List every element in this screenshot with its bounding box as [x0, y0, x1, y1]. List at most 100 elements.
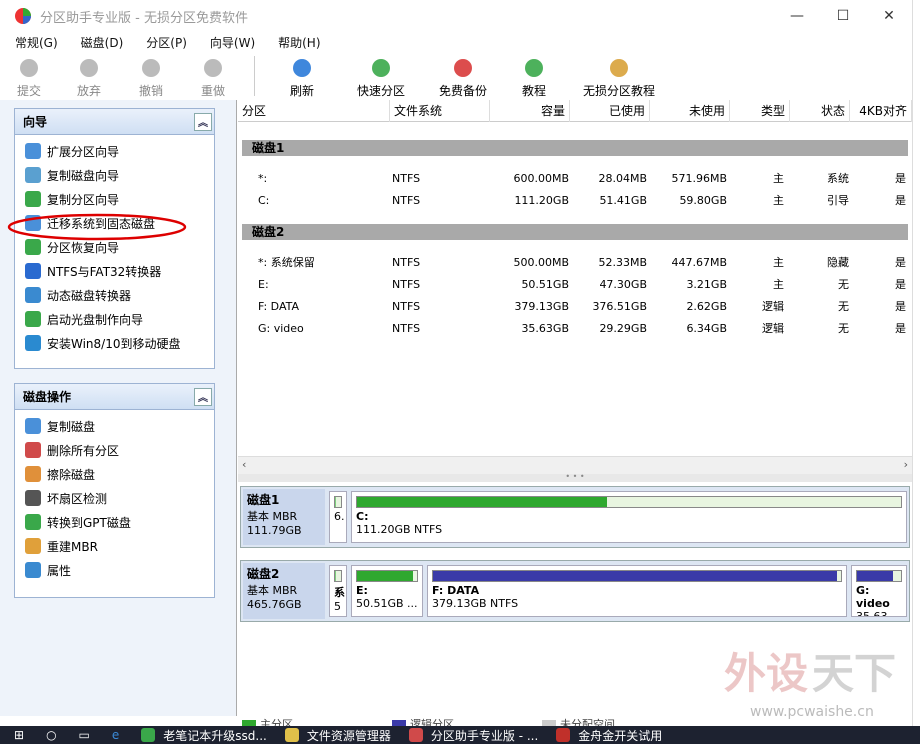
discard-icon [80, 59, 98, 77]
disk-op-item-5[interactable]: 重建MBR [15, 534, 214, 558]
partition-block[interactable]: 6. [329, 491, 347, 543]
disk-op-item-4[interactable]: 转换到GPT磁盘 [15, 510, 214, 534]
column-header-3[interactable]: 已使用 [570, 100, 650, 122]
task-view-icon[interactable]: ▭ [79, 728, 90, 742]
disk-op-item-1[interactable]: 删除所有分区 [15, 438, 214, 462]
toolbar: 提交 放弃 撤销 重做 刷新 快速分区 免费备份 教程 无损分区教程 [0, 52, 912, 100]
taskbar-app-label: 分区助手专业版 - ... [430, 728, 539, 743]
column-header-5[interactable]: 类型 [730, 100, 790, 122]
table-cell: F: DATA [258, 300, 300, 313]
disk-header[interactable]: 磁盘2 [242, 224, 908, 240]
menu-item-0[interactable]: 常规(G) [0, 34, 66, 51]
toolbar-button-5[interactable]: 快速分区 [339, 52, 423, 100]
menu-item-4[interactable]: 帮助(H) [263, 34, 328, 51]
table-row[interactable]: F: DATA NTFS 379.13GB 376.51GB 2.62GB 逻辑无是 [238, 296, 912, 318]
table-cell: NTFS [392, 278, 421, 291]
column-header-6[interactable]: 状态 [790, 100, 850, 122]
table-row[interactable]: *: 系统保留 NTFS 500.00MB 52.33MB 447.67MB 主隐藏是 [238, 252, 912, 274]
wizard-item-icon [25, 287, 41, 303]
partition-block[interactable]: 系5 [329, 565, 347, 617]
disk-op-item-2[interactable]: 擦除磁盘 [15, 462, 214, 486]
search-icon[interactable]: ○ [46, 728, 56, 742]
main-area: 分区 文件系统 容量 已使用 未使用 类型 状态 4KB对齐 磁盘1 *: NTFS 600.00M… [238, 100, 912, 716]
wizard-item-1[interactable]: 复制磁盘向导 [15, 163, 214, 187]
menu-item-3[interactable]: 向导(W) [195, 34, 263, 51]
partition-usage-bar [356, 570, 418, 582]
wizard-item-icon [25, 191, 41, 207]
column-header-7[interactable]: 4KB对齐 [850, 100, 912, 122]
toolbar-button-8[interactable]: 无损分区教程 [565, 52, 673, 100]
table-cell: 50.51GB [521, 278, 569, 291]
menu-item-2[interactable]: 分区(P) [131, 34, 195, 51]
disk-ops-panel-title: 磁盘操作 [23, 390, 72, 404]
disk-op-label: 坏扇区检测 [47, 491, 108, 506]
wizard-item-0[interactable]: 扩展分区向导 [15, 139, 214, 163]
disk-map[interactable]: 磁盘1 基本 MBR 111.79GB 6. C: 111.20GB NTFS [240, 486, 910, 548]
column-header-2[interactable]: 容量 [490, 100, 570, 122]
disk-op-item-0[interactable]: 复制磁盘 [15, 414, 214, 438]
toolbar-button-3[interactable]: 重做 [182, 52, 244, 100]
vertical-scrollbar[interactable] [912, 0, 920, 744]
wizard-item-7[interactable]: 启动光盘制作向导 [15, 307, 214, 331]
minimize-button[interactable]: — [774, 0, 820, 32]
table-row[interactable]: E: NTFS 50.51GB 47.30GB 3.21GB 主无是 [238, 274, 912, 296]
partition-label: 系 [334, 586, 345, 599]
column-header-4[interactable]: 未使用 [650, 100, 730, 122]
table-cell: E: [258, 278, 269, 291]
maximize-button[interactable]: ☐ [820, 0, 866, 32]
partition-block[interactable]: G: video 35.63... [851, 565, 907, 617]
taskbar-app[interactable]: 金舟金开关试用 [556, 727, 662, 744]
wizard-item-8[interactable]: 安装Win8/10到移动硬盘 [15, 331, 214, 355]
table-row[interactable]: *: NTFS 600.00MB 28.04MB 571.96MB 主系统是 [238, 168, 912, 190]
taskbar-app[interactable]: 分区助手专业版 - ... [408, 727, 539, 744]
toolbar-label: 提交 [16, 84, 41, 98]
taskbar-app-label: 金舟金开关试用 [578, 728, 663, 743]
table-row[interactable]: C: NTFS 111.20GB 51.41GB 59.80GB 主引导是 [238, 190, 912, 212]
disk-map[interactable]: 磁盘2 基本 MBR 465.76GB 系 5 E: 50.51GB ... F: DATA 3… [240, 560, 910, 622]
partition-block[interactable]: C: 111.20GB NTFS [351, 491, 907, 543]
partition-block[interactable]: F: DATA 379.13GB NTFS [427, 565, 847, 617]
taskbar-app-icon [556, 728, 571, 742]
partition-block[interactable]: E: 50.51GB ... [351, 565, 423, 617]
toolbar-button-4[interactable]: 刷新 [265, 52, 339, 100]
table-cell: 2.62GB [686, 300, 727, 313]
wizard-item-5[interactable]: NTFS与FAT32转换器 [15, 259, 214, 283]
wizard-item-2[interactable]: 复制分区向导 [15, 187, 214, 211]
disk-map-type: 基本 MBR [247, 510, 298, 523]
taskbar-app[interactable]: 老笔记本升级ssd... [141, 727, 267, 744]
column-header-1[interactable]: 文件系统 [390, 100, 490, 122]
table-cell: 主 [773, 278, 784, 291]
toolbar-button-0[interactable]: 提交 [0, 52, 58, 100]
toolbar-button-2[interactable]: 撤销 [120, 52, 182, 100]
disk-map-label[interactable]: 磁盘2 基本 MBR 465.76GB [243, 563, 325, 619]
disk-op-icon [25, 562, 41, 578]
wizard-panel-title: 向导 [23, 115, 48, 129]
start-icon[interactable]: ⊞ [14, 728, 24, 742]
collapse-icon[interactable]: ︽ [194, 112, 212, 131]
collapse-icon[interactable]: ︽ [194, 387, 212, 406]
disk-map-label[interactable]: 磁盘1 基本 MBR 111.79GB [243, 489, 325, 545]
toolbar-label: 无损分区教程 [582, 84, 655, 98]
scroll-left-icon[interactable]: ‹ [242, 458, 246, 471]
close-button[interactable]: ✕ [866, 0, 912, 32]
taskbar-app[interactable]: 文件资源管理器 [284, 727, 391, 744]
toolbar-button-1[interactable]: 放弃 [58, 52, 120, 100]
disk-header[interactable]: 磁盘1 [242, 140, 908, 156]
edge-browser-icon[interactable]: e [112, 728, 119, 742]
redo-icon [204, 59, 222, 77]
splitter[interactable]: • • • [238, 473, 912, 482]
menu-item-1[interactable]: 磁盘(D) [66, 34, 132, 51]
disk-ops-panel: 磁盘操作 ︽ 复制磁盘 删除所有分区 擦除磁盘坏扇区检测转换到GPT磁盘 重建MBR 属… [14, 383, 215, 598]
table-row[interactable]: G: video NTFS 35.63GB 29.29GB 6.34GB 逻辑无是 [238, 318, 912, 340]
table-cell: NTFS [392, 300, 421, 313]
wizard-item-label: 复制分区向导 [47, 192, 120, 207]
toolbar-button-6[interactable]: 免费备份 [423, 52, 503, 100]
wizard-item-6[interactable]: 动态磁盘转换器 [15, 283, 214, 307]
toolbar-label: 放弃 [76, 84, 101, 98]
disk-op-item-3[interactable]: 坏扇区检测 [15, 486, 214, 510]
scroll-right-icon[interactable]: › [904, 458, 908, 471]
disk-op-item-6[interactable]: 属性 [15, 558, 214, 582]
toolbar-button-7[interactable]: 教程 [503, 52, 565, 100]
column-header-0[interactable]: 分区 [238, 100, 390, 122]
table-cell: 是 [895, 172, 906, 185]
